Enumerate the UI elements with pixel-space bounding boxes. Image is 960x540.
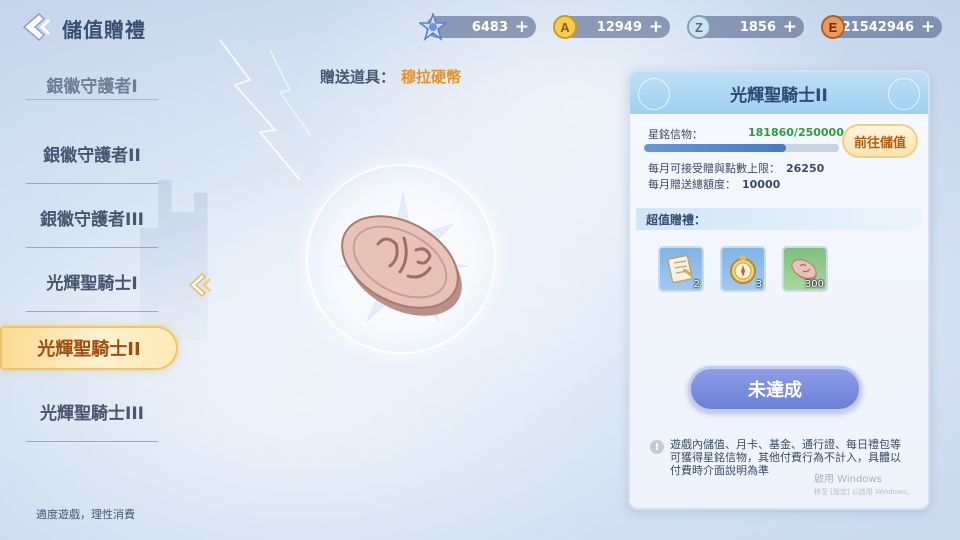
reward-qty: 300 bbox=[804, 279, 824, 290]
reward-item[interactable]: 300 bbox=[782, 246, 828, 292]
tier-item[interactable]: 光輝聖騎士I bbox=[26, 252, 158, 312]
footer-note: 適度遊戲，理性消費 bbox=[36, 508, 135, 521]
tier-detail-panel: 光輝聖騎士II 星銘信物： 181860/250000 前往儲值 每月可接受贈與… bbox=[628, 70, 930, 510]
back-button[interactable] bbox=[18, 10, 58, 44]
reward-qty: 2 bbox=[693, 279, 700, 290]
add-currency-button[interactable]: + bbox=[783, 17, 797, 37]
svg-text:Z: Z bbox=[695, 20, 703, 35]
panel-title: 光輝聖騎士II bbox=[630, 72, 928, 114]
bonus-gifts-header: 超值贈禮： bbox=[636, 208, 922, 230]
currency-a-coin[interactable]: A 12949 + bbox=[553, 15, 670, 39]
claim-status-button[interactable]: 未達成 bbox=[688, 366, 862, 412]
gift-item-name: 穆拉硬幣 bbox=[401, 68, 462, 86]
progress-bar-fill bbox=[644, 144, 786, 152]
tier-list: 銀徽守護者I 銀徽守護者II 銀徽守護者III 光輝聖騎士I 光輝聖騎士II 光… bbox=[0, 60, 180, 520]
back-arrow-icon bbox=[22, 12, 51, 42]
reward-item[interactable]: 2 bbox=[658, 246, 704, 292]
info-icon: ! bbox=[650, 440, 664, 454]
currency-value: 21542946 bbox=[841, 19, 914, 35]
svg-text:E: E bbox=[829, 20, 838, 35]
add-currency-button[interactable]: + bbox=[649, 17, 663, 37]
page-title: 儲值贈禮 bbox=[62, 18, 146, 42]
mura-coin-icon bbox=[332, 185, 474, 327]
gift-item-label: 贈送道具： 穆拉硬幣 bbox=[320, 68, 462, 86]
tier-item[interactable]: 銀徽守護者I bbox=[26, 60, 158, 100]
go-topup-button[interactable]: 前往儲值 bbox=[842, 124, 918, 158]
tier-item[interactable]: 光輝聖騎士III bbox=[26, 382, 158, 442]
monthly-limit: 每月可接受贈與點數上限： 26250 bbox=[648, 162, 825, 175]
add-currency-button[interactable]: + bbox=[921, 17, 935, 37]
currency-e-coin[interactable]: E 21542946 + bbox=[821, 15, 942, 39]
currency-star-crystal[interactable]: 6483 + bbox=[419, 13, 536, 41]
a-coin-icon: A bbox=[550, 12, 580, 42]
currency-value: 6483 bbox=[471, 19, 508, 35]
monthly-total: 每月贈送總額度： 10000 bbox=[648, 178, 781, 191]
reward-item[interactable]: 3 bbox=[720, 246, 766, 292]
svg-text:A: A bbox=[560, 20, 570, 35]
currency-z-coin[interactable]: Z 1856 + bbox=[687, 15, 804, 39]
notice-text: 遊戲內儲值、月卡、基金、通行證、每日禮包等可獲得星銘信物，其他付費行為不計入，具… bbox=[670, 438, 901, 477]
e-coin-icon: E bbox=[818, 12, 848, 42]
tier-item[interactable]: 銀徽守護者III bbox=[26, 188, 158, 248]
progress-label: 星銘信物： bbox=[648, 128, 703, 141]
background-lightning bbox=[219, 40, 311, 180]
windows-activation-watermark: 啟用 Windows 移至 [設定] 以啟用 Windows。 bbox=[814, 474, 914, 496]
currency-value: 12949 bbox=[596, 19, 642, 35]
top-bar: 儲值贈禮 6483 + A 12949 + Z 1856 + E 2154294… bbox=[0, 0, 960, 56]
star-crystal-icon bbox=[418, 12, 448, 42]
progress-value: 181860/250000 bbox=[748, 126, 844, 139]
tier-item[interactable]: 銀徽守護者II bbox=[26, 124, 158, 184]
gift-item-display bbox=[306, 164, 496, 354]
currency-value: 1856 bbox=[739, 19, 776, 35]
progress-bar bbox=[644, 144, 839, 152]
z-coin-icon: Z bbox=[684, 12, 714, 42]
selected-tier-arrow-icon bbox=[188, 272, 211, 298]
add-currency-button[interactable]: + bbox=[515, 17, 529, 37]
tier-item-selected[interactable]: 光輝聖騎士II bbox=[0, 326, 178, 370]
reward-qty: 3 bbox=[755, 279, 762, 290]
